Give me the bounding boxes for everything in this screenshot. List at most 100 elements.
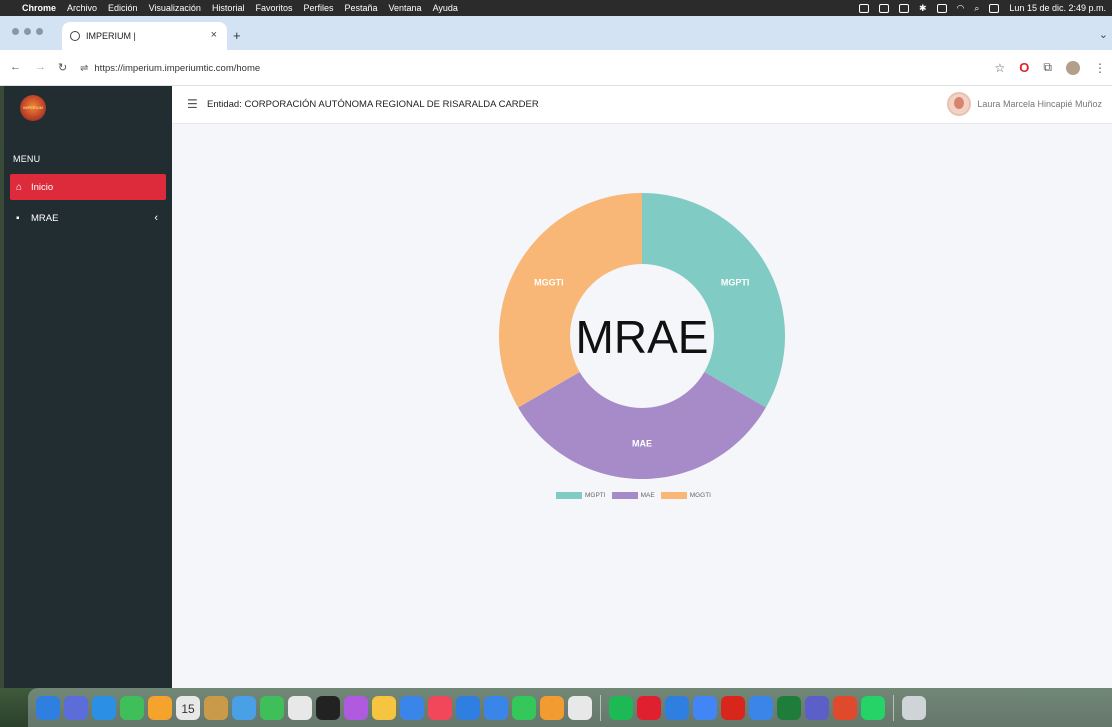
dock-app-icon[interactable] (861, 695, 885, 720)
logo-text: IMPERIUM (23, 105, 43, 110)
dock-app-icon[interactable] (92, 695, 116, 720)
dock-app-icon[interactable] (749, 695, 773, 720)
zoom-window-icon[interactable] (36, 28, 43, 35)
donut-slice-mae[interactable] (518, 372, 766, 479)
status-icon[interactable] (898, 3, 909, 13)
forward-icon[interactable]: → (35, 61, 46, 73)
tab-search-icon[interactable]: ⌄ (1099, 28, 1108, 41)
slice-label-mae: MAE (632, 439, 652, 449)
file-icon: ▪ (16, 212, 20, 224)
dock-app-icon[interactable] (456, 695, 480, 720)
dock-app-icon[interactable] (148, 695, 172, 720)
toolbar-actions: ☆ O ⧉ ⋮ (995, 60, 1106, 75)
control-center-icon[interactable] (989, 3, 1000, 13)
user-avatar[interactable] (947, 92, 972, 116)
dock-app-icon[interactable] (805, 695, 829, 720)
close-tab-icon[interactable]: × (211, 29, 217, 41)
mrae-donut-chart: MGPTI MAE MGGTI MRAE (499, 193, 785, 479)
dock-app-icon[interactable] (64, 695, 88, 720)
bluetooth-icon[interactable]: ✱ (919, 3, 927, 14)
chart-legend: MGPTI MAE MGGTI (556, 492, 711, 499)
dock-app-icon[interactable] (428, 695, 452, 720)
hamburger-menu-icon[interactable]: ☰ (187, 97, 198, 111)
menu-pestana[interactable]: Pestaña (344, 3, 377, 13)
legend-item-mgpti[interactable]: MGPTI (556, 492, 606, 499)
dock-app-icon[interactable] (833, 695, 857, 720)
logo[interactable]: IMPERIUM (20, 95, 46, 121)
profile-avatar[interactable] (1066, 60, 1080, 75)
donut-slice-mggti[interactable] (499, 193, 642, 408)
dock-app-icon[interactable] (260, 695, 284, 720)
dock-app-icon[interactable] (902, 695, 926, 720)
dock-app-icon[interactable] (316, 695, 340, 720)
dock-app-icon[interactable] (609, 695, 633, 720)
menu-perfiles[interactable]: Perfiles (303, 3, 333, 13)
clock[interactable]: Lun 15 de dic. 2:49 p.m. (1009, 3, 1106, 13)
dock-app-icon[interactable] (693, 695, 717, 720)
bookmark-star-icon[interactable]: ☆ (995, 61, 1006, 75)
menu-favoritos[interactable]: Favoritos (255, 3, 292, 13)
status-area: ✱ ◠ ⌕ Lun 15 de dic. 2:49 p.m. (858, 0, 1106, 16)
menu-chrome[interactable]: Chrome (22, 3, 56, 13)
dock-app-icon[interactable] (120, 695, 144, 720)
dock-app-icon[interactable] (36, 695, 60, 720)
dock-separator (600, 694, 601, 721)
tab-title: IMPERIUM | (86, 31, 136, 41)
dock-app-icon[interactable] (721, 695, 745, 720)
dock-app-icon[interactable] (232, 695, 256, 720)
opera-extension-icon[interactable]: O (1019, 60, 1029, 75)
status-icon[interactable] (858, 3, 869, 13)
browser-tab[interactable]: IMPERIUM | × (62, 22, 227, 50)
reload-icon[interactable]: ↻ (58, 61, 67, 74)
dock-app-icon[interactable] (540, 695, 564, 720)
dock-app-icon[interactable] (372, 695, 396, 720)
dock-app-icon[interactable] (512, 695, 536, 720)
extensions-icon[interactable]: ⧉ (1043, 60, 1052, 75)
menu-archivo[interactable]: Archivo (67, 3, 97, 13)
address-bar[interactable]: ⇌ https://imperium.imperiumtic.com/home (80, 56, 960, 80)
legend-label: MGGTI (689, 492, 711, 499)
donut-slice-mgpti[interactable] (642, 193, 785, 408)
menu-edicion[interactable]: Edición (108, 3, 138, 13)
legend-item-mggti[interactable]: MGGTI (660, 492, 711, 499)
browser-toolbar: ← → ↻ ⇌ https://imperium.imperiumtic.com… (0, 50, 1112, 86)
dock-app-icon[interactable] (288, 695, 312, 720)
dock-app-icon[interactable] (637, 695, 661, 720)
slice-label-mgpti: MGPTI (721, 277, 750, 287)
window-controls[interactable] (12, 28, 43, 35)
wifi-icon[interactable]: ◠ (957, 3, 965, 14)
minimize-window-icon[interactable] (24, 28, 31, 35)
chart-center-label: MRAE (576, 311, 709, 363)
dock-separator (893, 694, 894, 721)
legend-swatch (556, 492, 582, 499)
dock-app-icon[interactable] (777, 695, 801, 720)
search-icon[interactable]: ⌕ (974, 3, 979, 14)
user-name[interactable]: Laura Marcela Hincapié Muñoz (977, 99, 1102, 109)
url-text[interactable]: https://imperium.imperiumtic.com/home (94, 63, 260, 74)
user-menu[interactable]: Laura Marcela Hincapié Muñoz (947, 92, 1102, 116)
back-icon[interactable]: ← (10, 61, 21, 73)
sidebar: IMPERIUM MENU ⌂ Inicio ▪ MRAE ‹ (4, 86, 172, 688)
menu-ayuda[interactable]: Ayuda (433, 3, 458, 13)
menu-visualizacion[interactable]: Visualización (149, 3, 201, 13)
menu-header: MENU (13, 154, 41, 164)
dock-app-icon[interactable] (568, 695, 592, 720)
dock-app-icon[interactable] (400, 695, 424, 720)
sidebar-item-mrae[interactable]: ▪ MRAE ‹ (10, 205, 166, 231)
sidebar-item-inicio[interactable]: ⌂ Inicio (10, 174, 166, 200)
menu-historial[interactable]: Historial (212, 3, 245, 13)
close-window-icon[interactable] (12, 28, 19, 35)
more-menu-icon[interactable]: ⋮ (1094, 61, 1106, 75)
home-icon: ⌂ (16, 181, 23, 193)
dock-app-icon[interactable] (484, 695, 508, 720)
new-tab-button[interactable]: + (233, 28, 241, 43)
dock-app-icon[interactable] (665, 695, 689, 720)
battery-icon[interactable] (936, 3, 947, 13)
site-info-icon[interactable]: ⇌ (80, 63, 88, 74)
status-icon[interactable] (878, 3, 889, 13)
dock-app-icon[interactable] (204, 695, 228, 720)
dock-app-icon[interactable] (344, 695, 368, 720)
menu-ventana[interactable]: Ventana (389, 3, 422, 13)
legend-item-mae[interactable]: MAE (611, 492, 655, 499)
calendar-icon[interactable]: 15 (176, 695, 200, 720)
